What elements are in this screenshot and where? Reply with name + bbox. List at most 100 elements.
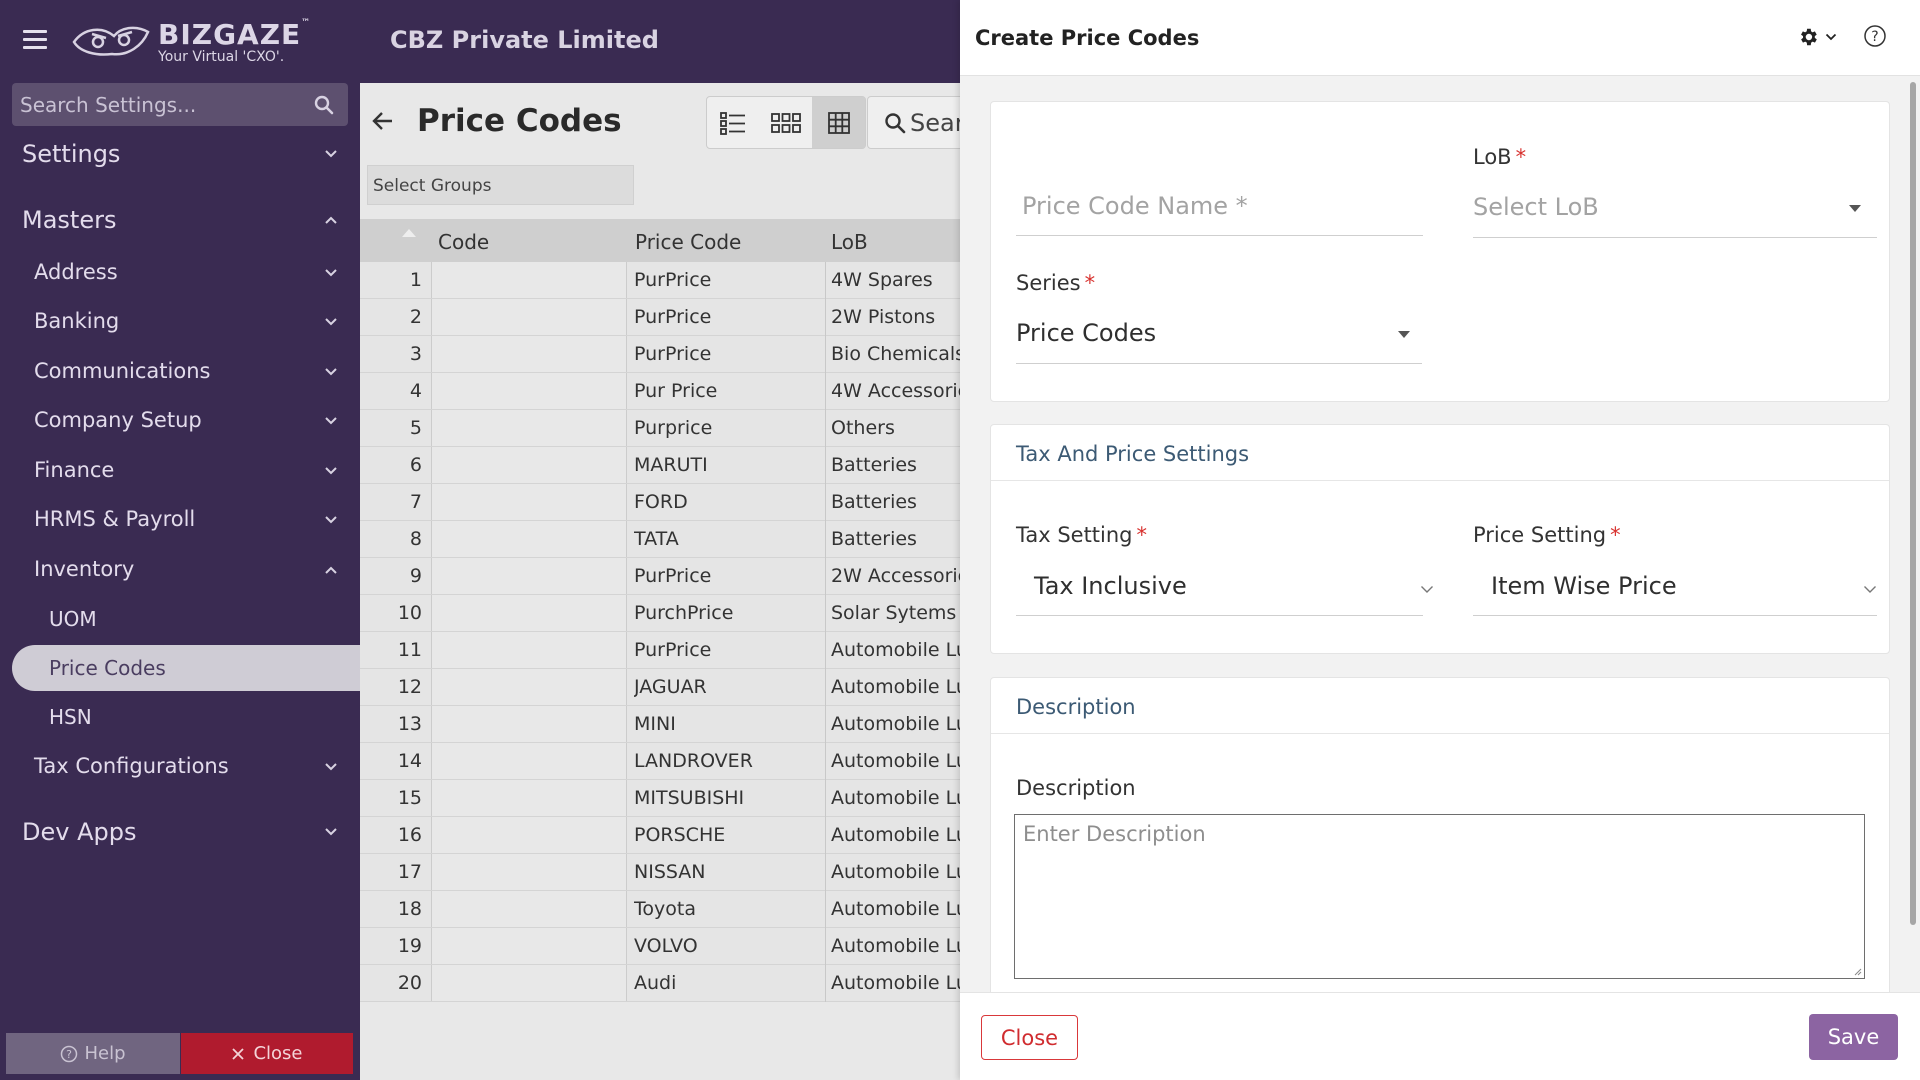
sidebar-item-price-codes[interactable]: Price Codes bbox=[0, 656, 360, 690]
sidebar-item-company-setup[interactable]: Company Setup bbox=[0, 408, 360, 444]
sidebar-item-label: Tax Configurations bbox=[34, 754, 229, 778]
search-icon[interactable] bbox=[314, 95, 334, 119]
sidebar-item-communications[interactable]: Communications bbox=[0, 359, 360, 395]
company-name[interactable]: CBZ Private Limited bbox=[390, 26, 659, 54]
table-row[interactable]: 7 FORD Batteries bbox=[360, 484, 960, 521]
table-row[interactable]: 6 MARUTI Batteries bbox=[360, 447, 960, 484]
description-textarea[interactable]: Enter Description bbox=[1014, 814, 1865, 979]
brand-tagline: Your Virtual 'CXO'. bbox=[158, 49, 285, 65]
table-row[interactable]: 18 Toyota Automobile Lubricants bbox=[360, 891, 960, 928]
cell-price-code: MARUTI bbox=[634, 454, 708, 476]
description-card: Description Description Enter Descriptio… bbox=[990, 677, 1890, 1007]
cell-lob: Automobile Lubricants bbox=[831, 713, 960, 735]
scrollbar-thumb[interactable] bbox=[1910, 82, 1916, 925]
sidebar-item-tax-configurations[interactable]: Tax Configurations bbox=[0, 754, 360, 790]
cell-price-code: JAGUAR bbox=[634, 676, 707, 698]
cell-lob: Others bbox=[831, 417, 895, 439]
table-row[interactable]: 16 PORSCHE Automobile Lubricants bbox=[360, 817, 960, 854]
save-button[interactable]: Save bbox=[1809, 1014, 1898, 1060]
tax-price-settings-card: Tax And Price Settings Tax Setting * Tax … bbox=[990, 424, 1890, 654]
brand-logo[interactable]: BIZGAZE™ Your Virtual 'CXO'. bbox=[72, 16, 310, 66]
sidebar-item-banking[interactable]: Banking bbox=[0, 309, 360, 345]
cell-code bbox=[431, 521, 627, 557]
table-row[interactable]: 14 LANDROVER Automobile Lubricants bbox=[360, 743, 960, 780]
select-groups-dropdown[interactable]: Select Groups bbox=[367, 165, 634, 205]
sidebar-item-label: HSN bbox=[49, 705, 92, 729]
sidebar-item-hrms-payroll[interactable]: HRMS & Payroll bbox=[0, 507, 360, 543]
table-row[interactable]: 5 Purprice Others bbox=[360, 410, 960, 447]
panel-settings-menu[interactable] bbox=[1797, 26, 1837, 48]
table-row[interactable]: 15 MITSUBISHI Automobile Lubricants bbox=[360, 780, 960, 817]
cell-lob: Automobile Lubricants bbox=[831, 639, 960, 661]
table-row[interactable]: 17 NISSAN Automobile Lubricants bbox=[360, 854, 960, 891]
table-row[interactable]: 9 PurPrice 2W Accessories bbox=[360, 558, 960, 595]
column-header-price-code[interactable]: Price Code bbox=[635, 230, 741, 254]
sort-caret-icon[interactable] bbox=[402, 229, 416, 237]
table-row[interactable]: 8 TATA Batteries bbox=[360, 521, 960, 558]
help-circle-icon[interactable]: ? bbox=[1863, 24, 1887, 48]
card-view-button[interactable] bbox=[760, 97, 813, 148]
table-row[interactable]: 3 PurPrice Bio Chemicals bbox=[360, 336, 960, 373]
chevron-down-icon bbox=[325, 516, 337, 524]
caret-down-icon bbox=[1849, 205, 1861, 212]
table-row[interactable]: 1 PurPrice 4W Spares bbox=[360, 262, 960, 299]
sidebar-item-inventory[interactable]: Inventory bbox=[0, 557, 360, 593]
hamburger-icon[interactable] bbox=[23, 30, 47, 50]
sidebar-item-hsn[interactable]: HSN bbox=[0, 705, 360, 739]
basic-info-card: Price Code Name * LoB * Select LoB Series… bbox=[990, 101, 1890, 402]
cell-code bbox=[431, 854, 627, 890]
list-search-box[interactable]: Sear bbox=[867, 96, 960, 149]
cell-price-code: Audi bbox=[634, 972, 677, 994]
column-header-code[interactable]: Code bbox=[438, 230, 489, 254]
cell-price-code: PurPrice bbox=[634, 639, 712, 661]
price-setting-label: Price Setting * bbox=[1473, 523, 1621, 547]
sidebar-item-masters[interactable]: Masters bbox=[0, 206, 360, 246]
cell-lob: Automobile Lubricants bbox=[831, 787, 960, 809]
help-button[interactable]: ? Help bbox=[6, 1033, 180, 1074]
close-button-label: Close bbox=[253, 1043, 303, 1064]
chevron-down-icon bbox=[325, 269, 337, 277]
grid-view-button[interactable] bbox=[812, 97, 866, 148]
sidebar-item-dev-apps[interactable]: Dev Apps bbox=[0, 818, 360, 858]
row-number: 9 bbox=[409, 565, 422, 587]
settings-search-input[interactable] bbox=[20, 83, 310, 126]
back-arrow-icon[interactable] bbox=[370, 109, 396, 133]
panel-scrollbar[interactable] bbox=[1908, 78, 1918, 1078]
cell-code bbox=[431, 780, 627, 816]
table-row[interactable]: 2 PurPrice 2W Pistons bbox=[360, 299, 960, 336]
sidebar-item-finance[interactable]: Finance bbox=[0, 458, 360, 494]
column-header-lob[interactable]: LoB bbox=[831, 230, 868, 254]
table-row[interactable]: 20 Audi Automobile Lubricants bbox=[360, 965, 960, 1002]
page-title: Price Codes bbox=[417, 103, 622, 139]
list-view-button[interactable] bbox=[707, 97, 760, 148]
cell-price-code: PurPrice bbox=[634, 565, 712, 587]
table-row[interactable]: 11 PurPrice Automobile Lubricants bbox=[360, 632, 960, 669]
table-row[interactable]: 10 PurchPrice Solar Sytems bbox=[360, 595, 960, 632]
table-row[interactable]: 12 JAGUAR Automobile Lubricants bbox=[360, 669, 960, 706]
price-setting-underline bbox=[1473, 615, 1877, 616]
sidebar-close-button[interactable]: Close bbox=[181, 1033, 353, 1074]
series-value: Price Codes bbox=[1016, 319, 1157, 347]
table-row[interactable]: 4 Pur Price 4W Accessories bbox=[360, 373, 960, 410]
row-number: 7 bbox=[409, 491, 422, 513]
sidebar-item-label: Price Codes bbox=[49, 656, 166, 680]
chevron-down-icon bbox=[325, 763, 337, 771]
cell-code bbox=[431, 410, 627, 446]
sidebar-item-uom[interactable]: UOM bbox=[0, 607, 360, 641]
sidebar-item-settings[interactable]: Settings bbox=[0, 140, 360, 180]
lob-label: LoB * bbox=[1473, 145, 1527, 169]
close-button[interactable]: Close bbox=[981, 1015, 1078, 1060]
table-row[interactable]: 13 MINI Automobile Lubricants bbox=[360, 706, 960, 743]
cell-price-code: PurPrice bbox=[634, 343, 712, 365]
table-row[interactable]: 19 VOLVO Automobile Lubricants bbox=[360, 928, 960, 965]
resize-grip-icon[interactable] bbox=[1852, 966, 1862, 976]
sidebar-item-label: Communications bbox=[34, 359, 211, 383]
view-switcher bbox=[706, 96, 866, 149]
cell-code bbox=[431, 928, 627, 964]
list-search-text: Sear bbox=[910, 109, 960, 137]
row-number: 10 bbox=[397, 602, 422, 624]
required-mark: * bbox=[1084, 271, 1096, 295]
list-view-icon bbox=[720, 111, 746, 135]
sidebar-item-address[interactable]: Address bbox=[0, 260, 360, 296]
tax-price-section-title: Tax And Price Settings bbox=[1016, 442, 1250, 466]
